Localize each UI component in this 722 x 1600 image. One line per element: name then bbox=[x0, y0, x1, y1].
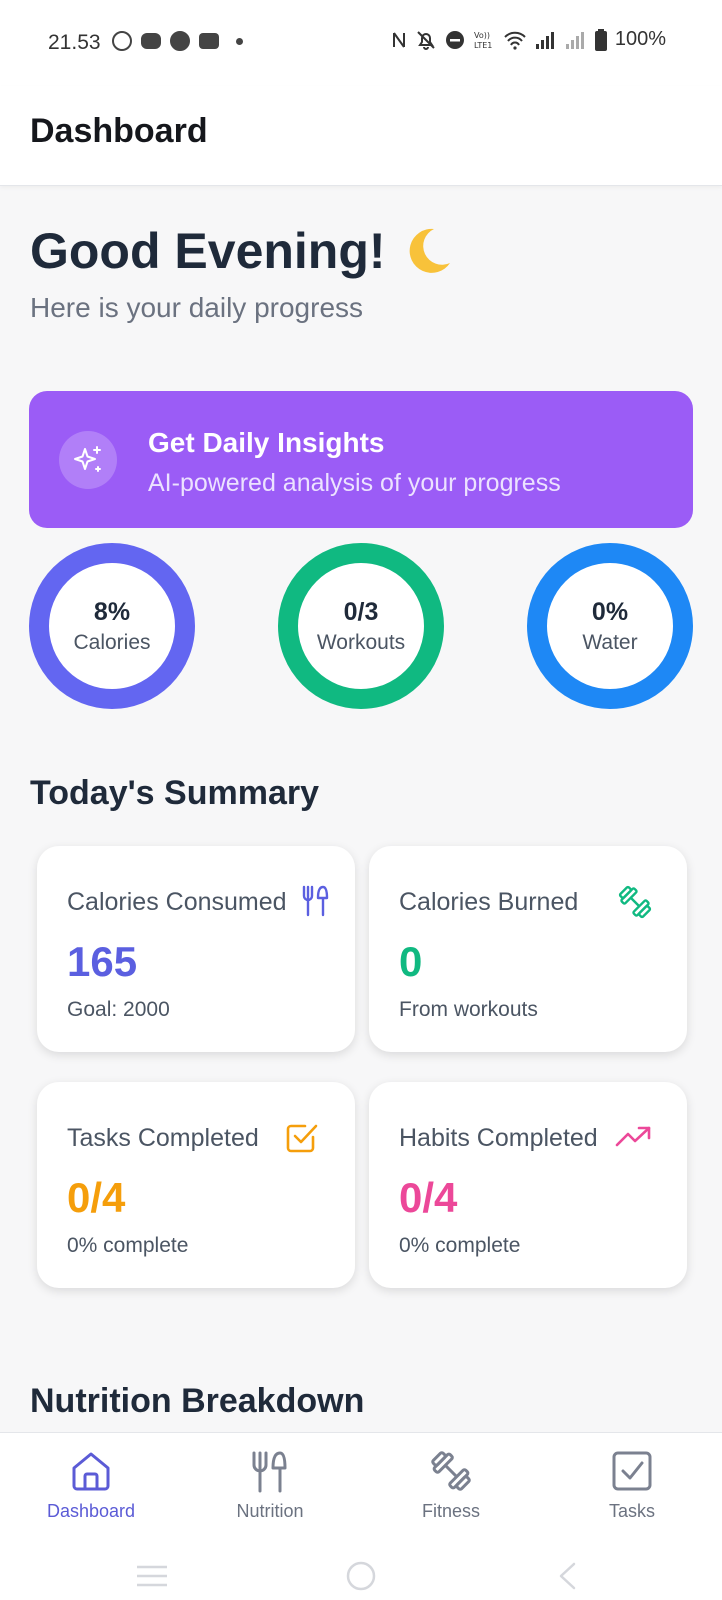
stat-subtext: From workouts bbox=[399, 998, 538, 1021]
wifi-icon bbox=[504, 31, 526, 50]
greeting-subtitle: Here is your daily progress bbox=[30, 292, 364, 323]
home-icon bbox=[72, 1452, 110, 1491]
stat-subtext: Goal: 2000 bbox=[67, 998, 170, 1021]
nutrition-title: Nutrition Breakdown bbox=[30, 1382, 365, 1420]
nav-label: Nutrition bbox=[236, 1501, 304, 1521]
workouts-progress-ring[interactable]: 0/3 Workouts bbox=[278, 543, 444, 709]
battery-icon bbox=[594, 28, 607, 51]
signal-icon bbox=[535, 31, 554, 49]
nfc-icon bbox=[392, 31, 405, 48]
dnd-icon bbox=[445, 30, 464, 49]
stat-label: Calories Consumed bbox=[67, 888, 287, 916]
home-circle-icon[interactable] bbox=[345, 1560, 377, 1592]
discord-icon bbox=[141, 33, 161, 49]
battery-level: 100% bbox=[614, 28, 666, 50]
summary-title: Today's Summary bbox=[30, 774, 319, 812]
mute-icon bbox=[417, 30, 435, 50]
more-notifications-icon bbox=[236, 37, 243, 45]
sparkles-icon bbox=[59, 431, 117, 489]
greeting-heading: Good Evening! bbox=[30, 222, 456, 280]
calories-consumed-card[interactable]: Calories Consumed 165 Goal: 2000 bbox=[37, 846, 355, 1052]
checkbox-icon bbox=[612, 1451, 652, 1491]
moon-icon bbox=[409, 228, 450, 273]
insights-title: Get Daily Insights bbox=[148, 427, 385, 458]
habits-completed-card[interactable]: Habits Completed 0/4 0% complete bbox=[369, 1082, 687, 1288]
stat-subtext: 0% complete bbox=[67, 1234, 189, 1257]
nav-nutrition[interactable]: Nutrition bbox=[200, 1449, 340, 1522]
daily-insights-button[interactable]: Get Daily Insights AI-powered analysis o… bbox=[29, 391, 693, 528]
nav-dashboard[interactable]: Dashboard bbox=[21, 1449, 161, 1522]
status-bar: 21.53 Vo)) LTE1 100% bbox=[0, 0, 722, 86]
app-header: Dashboard bbox=[0, 86, 722, 186]
water-progress-ring[interactable]: 0% Water bbox=[527, 543, 693, 709]
fork-knife-icon bbox=[302, 885, 329, 917]
notification-icons bbox=[112, 31, 243, 51]
system-status: Vo)) LTE1 100% bbox=[391, 28, 666, 51]
ring-label: Workouts bbox=[316, 631, 406, 654]
back-icon[interactable] bbox=[556, 1561, 578, 1591]
chat-icon bbox=[199, 33, 219, 49]
signal-weak-icon bbox=[565, 31, 584, 49]
fork-knife-icon bbox=[252, 1451, 287, 1493]
stat-value: 0 bbox=[399, 938, 423, 985]
stat-label: Tasks Completed bbox=[67, 1124, 259, 1152]
stat-value: 165 bbox=[67, 938, 138, 985]
greeting-text: Good Evening! bbox=[30, 223, 386, 279]
system-navigation-bar bbox=[0, 1551, 722, 1600]
checkbox-icon bbox=[286, 1124, 318, 1153]
ring-label: Calories bbox=[73, 631, 151, 654]
whatsapp-icon bbox=[112, 31, 132, 51]
nav-label: Fitness bbox=[421, 1501, 481, 1521]
svg-text:Vo)): Vo)) bbox=[474, 31, 490, 40]
nav-tasks[interactable]: Tasks bbox=[562, 1449, 702, 1522]
calories-burned-card[interactable]: Calories Burned 0 From workouts bbox=[369, 846, 687, 1052]
calories-progress-ring[interactable]: 8% Calories bbox=[29, 543, 195, 709]
stat-label: Habits Completed bbox=[399, 1124, 598, 1152]
stat-value: 0/4 bbox=[67, 1174, 126, 1221]
nav-fitness[interactable]: Fitness bbox=[381, 1449, 521, 1522]
ring-value: 0/3 bbox=[343, 598, 379, 626]
recents-icon[interactable] bbox=[135, 1563, 169, 1589]
ring-label: Water bbox=[582, 631, 638, 654]
stat-label: Calories Burned bbox=[399, 888, 579, 916]
page-title: Dashboard bbox=[30, 112, 208, 150]
nav-label: Tasks bbox=[608, 1501, 655, 1521]
trending-up-icon bbox=[615, 1126, 651, 1147]
ring-value: 8% bbox=[93, 598, 131, 626]
dumbbell-icon bbox=[618, 885, 652, 919]
spotify-icon bbox=[170, 31, 190, 51]
stat-subtext: 0% complete bbox=[399, 1234, 521, 1257]
dumbbell-icon bbox=[431, 1451, 471, 1491]
stat-value: 0/4 bbox=[399, 1174, 458, 1221]
volte-icon: Vo))LTE1 bbox=[474, 31, 492, 50]
insights-subtitle: AI-powered analysis of your progress bbox=[148, 469, 561, 497]
status-time: 21.53 bbox=[48, 31, 101, 54]
bottom-nav: Dashboard Nutrition Fitness Tasks bbox=[0, 1432, 722, 1600]
nav-label: Dashboard bbox=[46, 1501, 136, 1521]
tasks-completed-card[interactable]: Tasks Completed 0/4 0% complete bbox=[37, 1082, 355, 1288]
ring-value: 0% bbox=[591, 598, 629, 626]
svg-text:LTE1: LTE1 bbox=[474, 41, 492, 50]
